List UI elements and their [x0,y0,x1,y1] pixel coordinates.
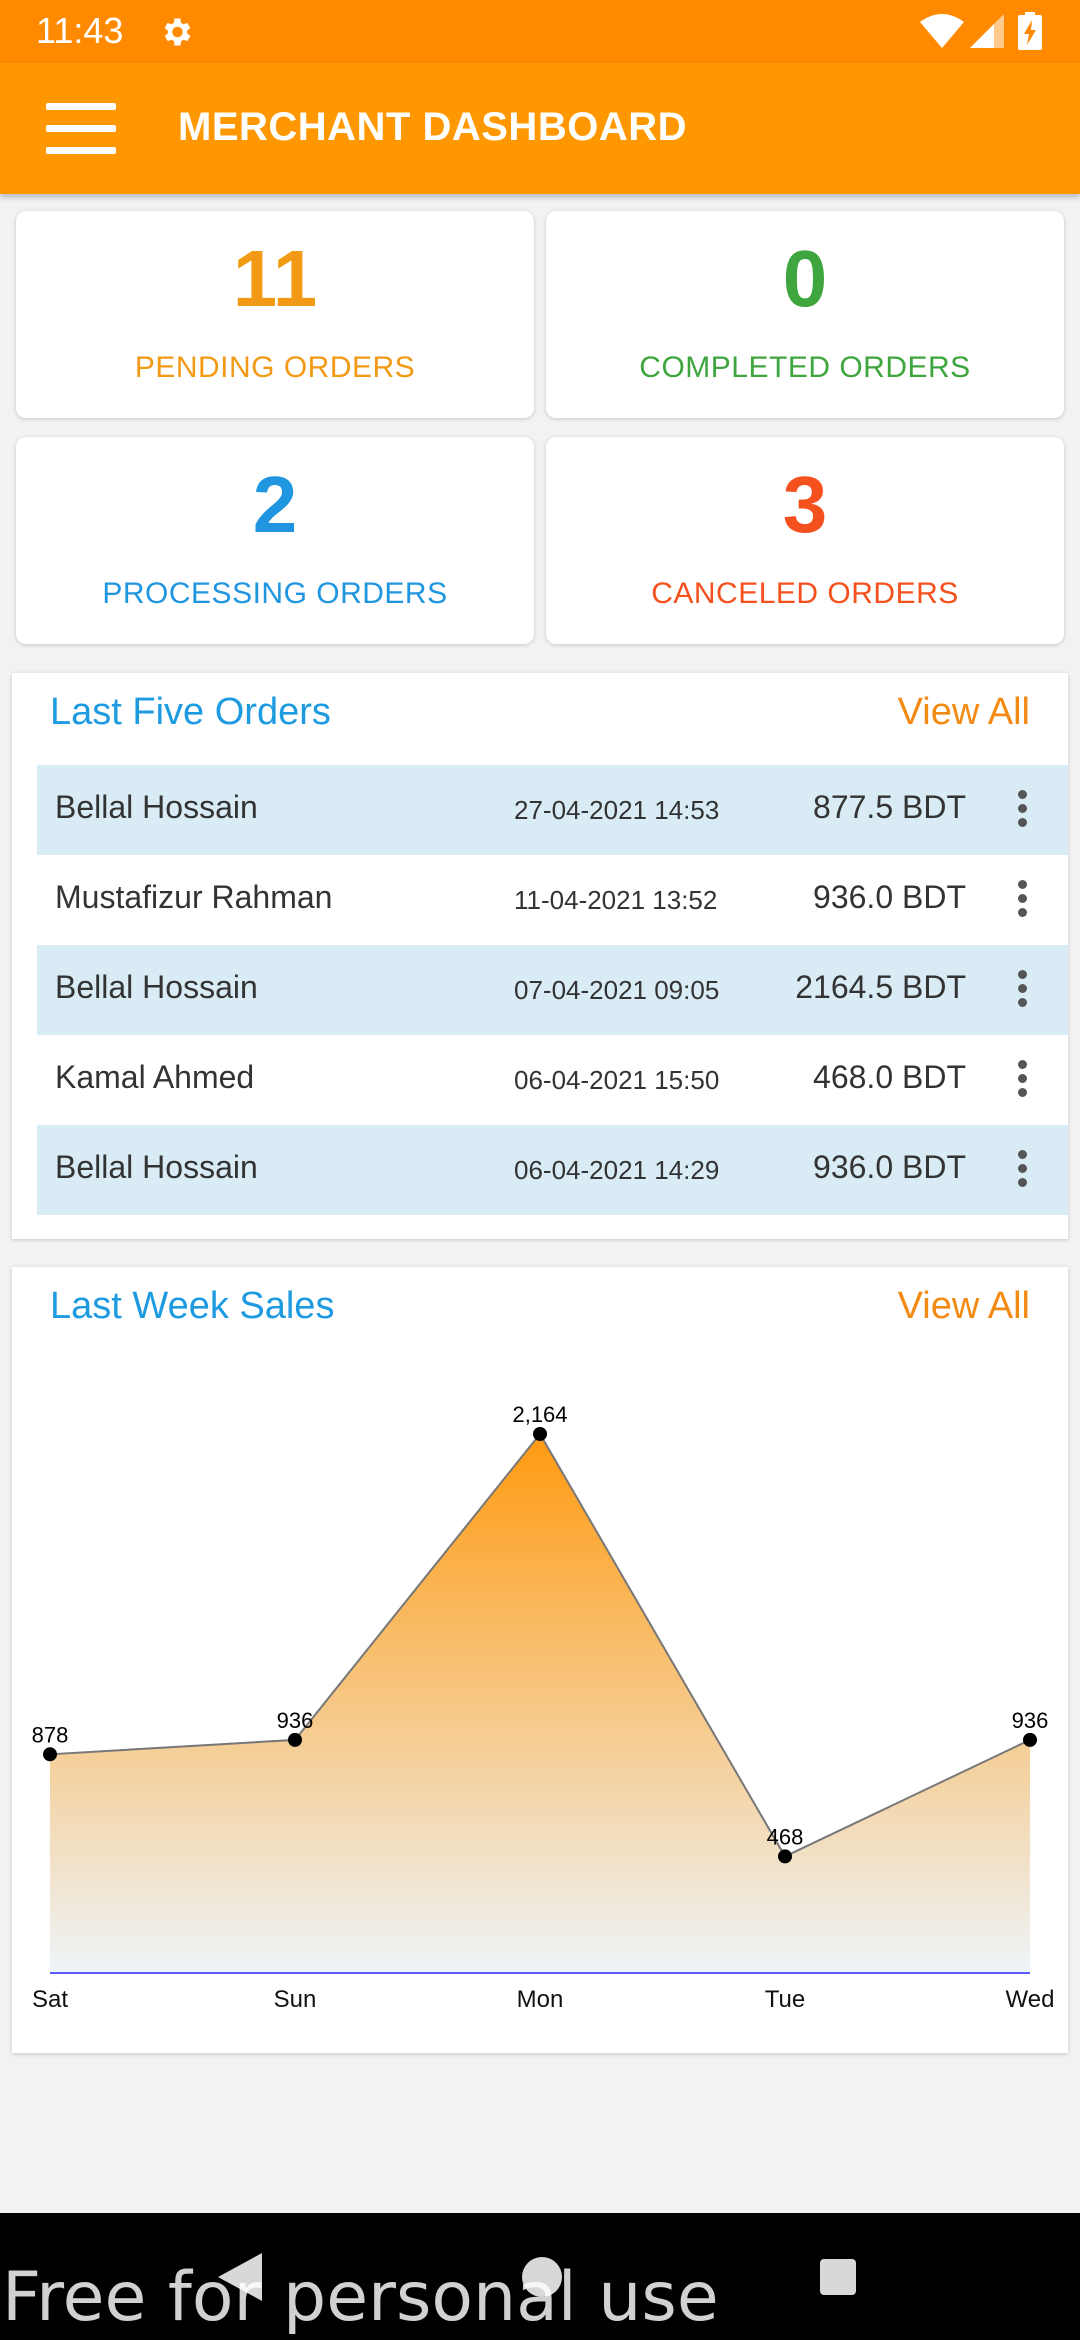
recents-icon[interactable] [820,2259,856,2295]
hamburger-menu-icon[interactable] [46,103,118,155]
signal-icon [970,14,1004,48]
data-label: 468 [767,1824,804,1849]
data-point [533,1427,547,1441]
x-tick-label: Sun [274,1986,317,2013]
table-row[interactable]: Bellal Hossain 27-04-2021 14:53 877.5 BD… [37,765,1068,855]
order-date: 07-04-2021 09:05 [514,975,720,1005]
app-bar: MERCHANT DASHBOARD [0,63,1080,194]
completed-orders-card[interactable]: 0 COMPLETED ORDERS [546,211,1064,418]
orders-table: Bellal Hossain 27-04-2021 14:53 877.5 BD… [37,765,1068,1215]
data-label: 2,164 [512,1402,567,1427]
order-customer-name: Bellal Hossain [55,969,258,1005]
order-amount: 936.0 BDT [813,879,966,915]
page-title: MERCHANT DASHBOARD [178,105,687,149]
order-customer-name: Mustafizur Rahman [55,879,333,915]
data-label: 878 [32,1722,69,1747]
order-customer-name: Bellal Hossain [55,1149,258,1185]
more-vertical-icon[interactable] [1012,880,1032,920]
completed-orders-count: 0 [782,234,828,323]
x-tick-label: Mon [517,1986,564,2013]
order-date: 06-04-2021 14:29 [514,1155,720,1185]
data-point [288,1732,302,1747]
wifi-icon [920,14,964,48]
status-time: 11:43 [36,10,124,51]
pending-orders-card[interactable]: 11 PENDING ORDERS [16,211,534,418]
pending-orders-label: PENDING ORDERS [134,351,416,384]
weekly-sales-chart: 878 Sat 936 Sun 2,164 Mon 468 Tue 936 Wed [32,1402,1055,2013]
pending-orders-count: 11 [232,234,318,323]
processing-orders-label: PROCESSING ORDERS [102,577,448,610]
completed-orders-label: COMPLETED ORDERS [639,351,971,384]
processing-orders-card[interactable]: 2 PROCESSING ORDERS [16,437,534,644]
order-amount: 2164.5 BDT [795,969,966,1005]
last-orders-title: Last Five Orders [50,691,331,733]
order-customer-name: Kamal Ahmed [55,1059,255,1095]
processing-orders-count: 2 [252,460,298,549]
more-vertical-icon[interactable] [1012,790,1032,830]
canceled-orders-count: 3 [782,460,828,549]
data-point [43,1747,57,1762]
table-row[interactable]: Bellal Hossain 06-04-2021 14:29 936.0 BD… [37,1125,1068,1215]
x-tick-label: Wed [1006,1986,1055,2013]
more-vertical-icon[interactable] [1012,970,1032,1010]
x-tick-label: Tue [765,1986,805,2013]
sales-area-fill [50,1434,1030,1973]
table-row[interactable]: Kamal Ahmed 06-04-2021 15:50 468.0 BDT [37,1035,1068,1125]
order-amount: 877.5 BDT [813,789,966,825]
weekly-sales-panel: Last Week Sales View All 878 Sat 936 Sun 2,1… [12,1267,1068,2053]
order-date: 11-04-2021 13:52 [514,885,718,915]
order-date: 06-04-2021 15:50 [514,1065,720,1095]
status-bar: 11:43 [0,0,1080,63]
data-point [1023,1732,1037,1747]
data-label: 936 [1012,1708,1049,1733]
orders-view-all-link[interactable]: View All [898,691,1030,734]
canceled-orders-card[interactable]: 3 CANCELED ORDERS [546,437,1064,644]
order-date: 27-04-2021 14:53 [514,795,720,825]
table-row[interactable]: Bellal Hossain 07-04-2021 09:05 2164.5 B… [37,945,1068,1035]
data-point [778,1849,792,1864]
more-vertical-icon[interactable] [1012,1150,1032,1190]
canceled-orders-label: CANCELED ORDERS [651,577,959,610]
order-amount: 936.0 BDT [813,1149,966,1185]
battery-charging-icon [1018,12,1042,50]
table-row[interactable]: Mustafizur Rahman 11-04-2021 13:52 936.0… [37,855,1068,945]
gear-icon [164,18,191,46]
data-label: 936 [277,1708,314,1733]
last-orders-panel: Last Five Orders View All Bellal Hossain… [12,673,1068,1239]
order-amount: 468.0 BDT [813,1059,966,1095]
more-vertical-icon[interactable] [1012,1060,1032,1100]
watermark-text: Free for personal use [2,2258,719,2337]
order-customer-name: Bellal Hossain [55,789,258,825]
x-tick-label: Sat [32,1986,68,2013]
